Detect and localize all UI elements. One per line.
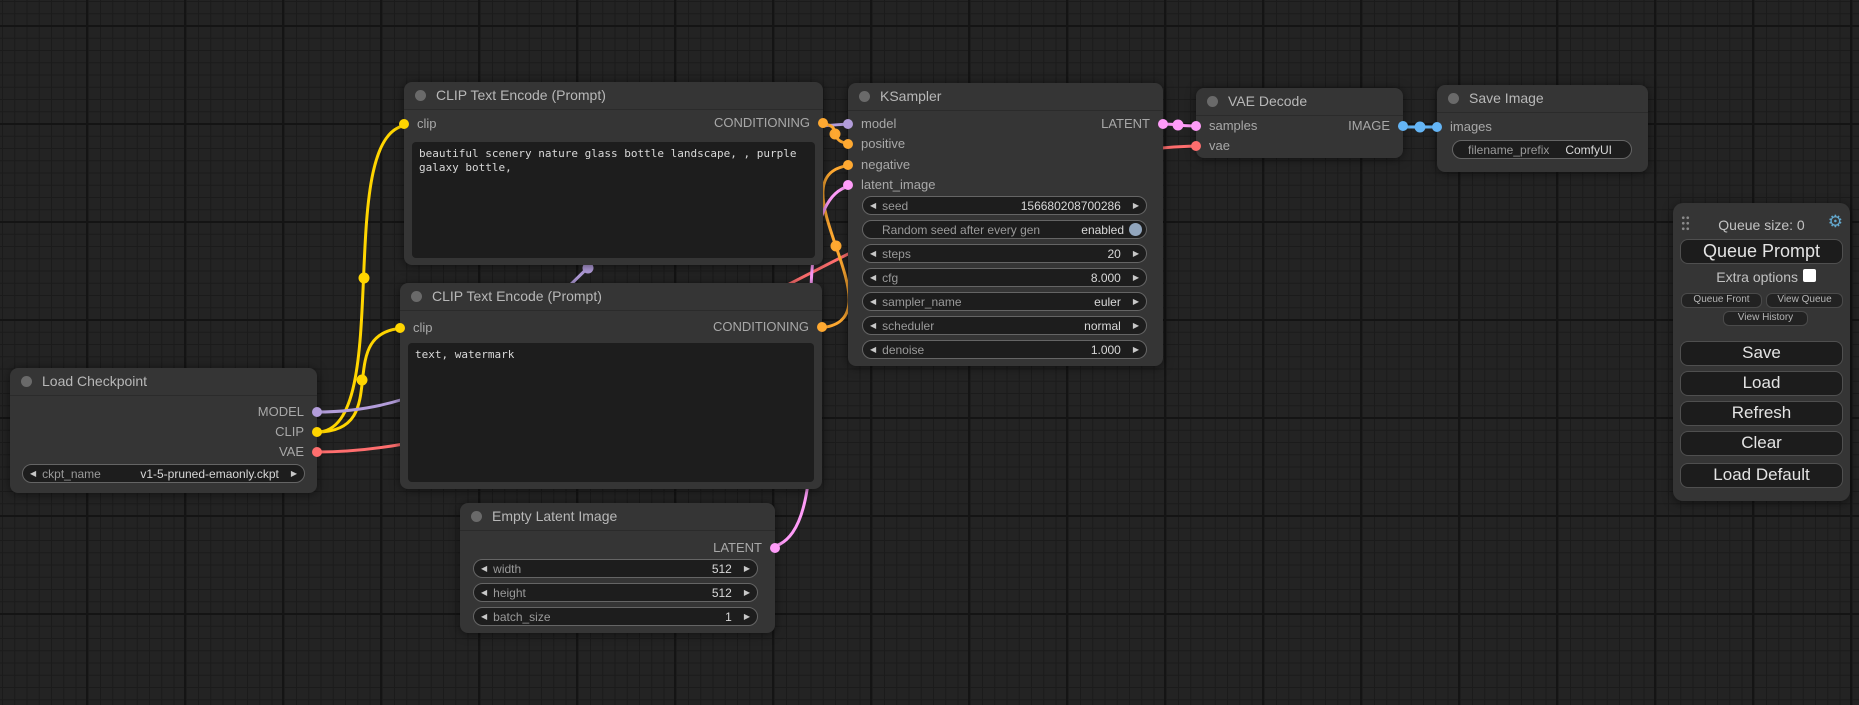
conditioning-output-slot[interactable] xyxy=(817,322,827,332)
collapse-toggle[interactable] xyxy=(1207,96,1218,107)
output-label-image: IMAGE xyxy=(1348,116,1390,136)
scheduler-widget[interactable]: ◀ scheduler normal ▶ xyxy=(862,316,1147,335)
queue-size-label: Queue size: 0 xyxy=(1673,217,1850,233)
increment-arrow[interactable]: ▶ xyxy=(744,559,750,578)
node-graph-canvas[interactable]: Load Checkpoint MODEL CLIP VAE ◀ ckpt_na… xyxy=(0,0,1859,705)
link-midpoint-dot xyxy=(357,375,368,386)
node-ksampler[interactable]: KSampler model positive negative latent_… xyxy=(848,83,1163,366)
output-label-clip: CLIP xyxy=(275,422,304,442)
image-output-slot[interactable] xyxy=(1398,121,1408,131)
node-empty-latent-image[interactable]: Empty Latent Image LATENT ◀ width 512 ▶ … xyxy=(460,503,775,633)
steps-widget[interactable]: ◀ steps 20 ▶ xyxy=(862,244,1147,263)
decrement-arrow[interactable]: ◀ xyxy=(870,292,876,311)
node-title: Empty Latent Image xyxy=(492,503,617,530)
decrement-arrow[interactable]: ◀ xyxy=(870,316,876,335)
output-label-latent: LATENT xyxy=(713,538,762,558)
cfg-widget[interactable]: ◀ cfg 8.000 ▶ xyxy=(862,268,1147,287)
node-title: Save Image xyxy=(1469,85,1544,112)
vae-output-slot[interactable] xyxy=(312,447,322,457)
output-label-latent: LATENT xyxy=(1101,114,1150,134)
node-title: CLIP Text Encode (Prompt) xyxy=(432,283,602,310)
latent-output-slot[interactable] xyxy=(770,543,780,553)
ckpt-name-widget[interactable]: ◀ ckpt_name v1-5-pruned-emaonly.ckpt ▶ xyxy=(22,464,305,483)
output-label-conditioning: CONDITIONING xyxy=(713,317,809,337)
positive-input-slot[interactable] xyxy=(843,139,853,149)
node-clip-text-encode-positive[interactable]: CLIP Text Encode (Prompt) clip CONDITION… xyxy=(404,82,823,265)
collapse-toggle[interactable] xyxy=(411,291,422,302)
collapse-toggle[interactable] xyxy=(21,376,32,387)
width-widget[interactable]: ◀ width 512 ▶ xyxy=(473,559,758,578)
load-default-button[interactable]: Load Default xyxy=(1680,463,1843,488)
increment-arrow[interactable]: ▶ xyxy=(744,583,750,602)
latent-image-input-slot[interactable] xyxy=(843,180,853,190)
increment-arrow[interactable]: ▶ xyxy=(1133,268,1139,287)
link-midpoint-dot xyxy=(1173,120,1184,131)
decrement-arrow[interactable]: ◀ xyxy=(870,340,876,359)
link-midpoint-dot xyxy=(831,241,842,252)
queue-panel[interactable]: Queue size: 0 ⚙ Queue Prompt Extra optio… xyxy=(1673,203,1850,501)
view-queue-button[interactable]: View Queue xyxy=(1766,293,1843,308)
collapse-toggle[interactable] xyxy=(1448,93,1459,104)
collapse-toggle[interactable] xyxy=(859,91,870,102)
node-vae-decode[interactable]: VAE Decode samples vae IMAGE xyxy=(1196,88,1403,158)
latent-output-slot[interactable] xyxy=(1158,119,1168,129)
view-history-button[interactable]: View History xyxy=(1723,311,1808,326)
node-title: Load Checkpoint xyxy=(42,368,147,395)
link-midpoint-dot xyxy=(359,273,370,284)
refresh-button[interactable]: Refresh xyxy=(1680,401,1843,426)
denoise-widget[interactable]: ◀ denoise 1.000 ▶ xyxy=(862,340,1147,359)
vae-input-slot[interactable] xyxy=(1191,141,1201,151)
clear-button[interactable]: Clear xyxy=(1680,431,1843,456)
decrement-arrow[interactable]: ◀ xyxy=(870,244,876,263)
node-load-checkpoint[interactable]: Load Checkpoint MODEL CLIP VAE ◀ ckpt_na… xyxy=(10,368,317,493)
decrement-arrow[interactable]: ◀ xyxy=(30,464,36,483)
decrement-arrow[interactable]: ◀ xyxy=(870,196,876,215)
sampler-name-widget[interactable]: ◀ sampler_name euler ▶ xyxy=(862,292,1147,311)
increment-arrow[interactable]: ▶ xyxy=(1133,196,1139,215)
node-save-image[interactable]: Save Image images filename_prefix ComfyU… xyxy=(1437,85,1648,172)
node-clip-text-encode-negative[interactable]: CLIP Text Encode (Prompt) clip CONDITION… xyxy=(400,283,822,489)
extra-options-label: Extra options xyxy=(1673,269,1798,285)
settings-gear-icon[interactable]: ⚙ xyxy=(1828,212,1843,232)
decrement-arrow[interactable]: ◀ xyxy=(481,607,487,626)
positive-prompt-textarea[interactable]: beautiful scenery nature glass bottle la… xyxy=(412,142,815,258)
link-midpoint-dot xyxy=(1415,122,1426,133)
queue-prompt-button[interactable]: Queue Prompt xyxy=(1680,239,1843,264)
increment-arrow[interactable]: ▶ xyxy=(744,607,750,626)
negative-prompt-textarea[interactable]: text, watermark xyxy=(408,343,814,482)
filename-prefix-widget[interactable]: filename_prefix ComfyUI xyxy=(1452,140,1632,159)
queue-front-button[interactable]: Queue Front xyxy=(1681,293,1762,308)
output-label-model: MODEL xyxy=(258,402,304,422)
images-input-slot[interactable] xyxy=(1432,122,1442,132)
negative-input-slot[interactable] xyxy=(843,160,853,170)
clip-output-slot[interactable] xyxy=(312,427,322,437)
toggle-knob[interactable] xyxy=(1129,223,1142,236)
decrement-arrow[interactable]: ◀ xyxy=(481,583,487,602)
increment-arrow[interactable]: ▶ xyxy=(291,464,297,483)
node-title: VAE Decode xyxy=(1228,88,1307,115)
decrement-arrow[interactable]: ◀ xyxy=(481,559,487,578)
increment-arrow[interactable]: ▶ xyxy=(1133,316,1139,335)
increment-arrow[interactable]: ▶ xyxy=(1133,292,1139,311)
load-button[interactable]: Load xyxy=(1680,371,1843,396)
increment-arrow[interactable]: ▶ xyxy=(1133,244,1139,263)
height-widget[interactable]: ◀ height 512 ▶ xyxy=(473,583,758,602)
link-midpoint-dot xyxy=(830,129,841,140)
batch-size-widget[interactable]: ◀ batch_size 1 ▶ xyxy=(473,607,758,626)
increment-arrow[interactable]: ▶ xyxy=(1133,340,1139,359)
save-button[interactable]: Save xyxy=(1680,341,1843,366)
model-output-slot[interactable] xyxy=(312,407,322,417)
decrement-arrow[interactable]: ◀ xyxy=(870,268,876,287)
random-seed-toggle-widget[interactable]: Random seed after every gen enabled xyxy=(862,220,1147,239)
conditioning-output-slot[interactable] xyxy=(818,118,828,128)
seed-widget[interactable]: ◀ seed 156680208700286 ▶ xyxy=(862,196,1147,215)
collapse-toggle[interactable] xyxy=(415,90,426,101)
output-label-vae: VAE xyxy=(279,442,304,462)
node-title: KSampler xyxy=(880,83,941,110)
output-label-conditioning: CONDITIONING xyxy=(714,113,810,133)
node-title: CLIP Text Encode (Prompt) xyxy=(436,82,606,109)
extra-options-checkbox[interactable] xyxy=(1803,269,1816,282)
collapse-toggle[interactable] xyxy=(471,511,482,522)
